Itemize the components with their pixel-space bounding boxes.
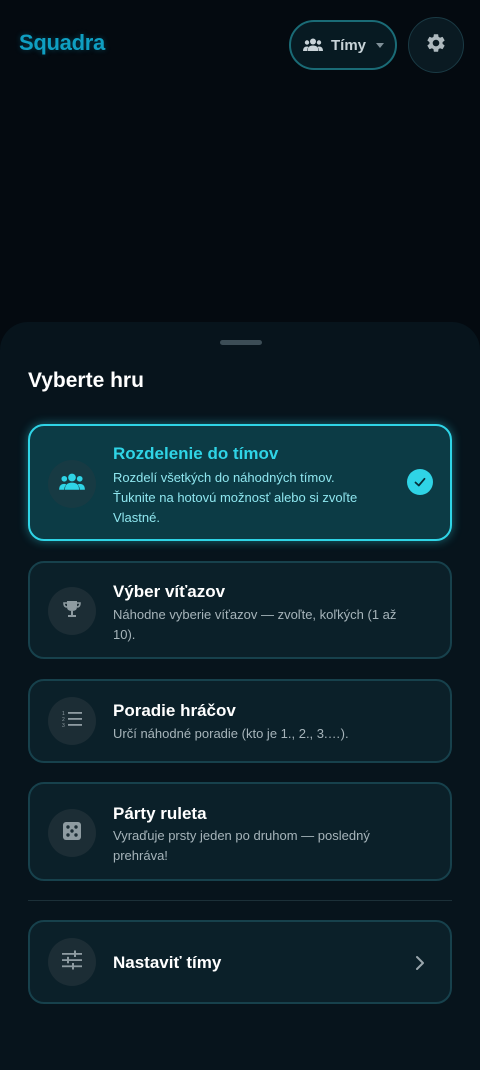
chevron-down-icon [376, 42, 385, 48]
game-icon-circle [48, 809, 96, 857]
game-description: Rozdelí všetkých do náhodných tímov. Ťuk… [113, 468, 357, 528]
game-description-line: Ťuknite na hotovú možnosť alebo si zvoľt… [113, 490, 358, 505]
game-icon-circle: 1 2 3 [48, 697, 96, 745]
game-option-party-roulette[interactable]: Párty ruleta Vyraďuje prsty jeden po dru… [28, 782, 452, 881]
game-description: Vyraďuje prsty jeden po druhom — posledn… [113, 826, 370, 866]
section-divider [28, 900, 452, 901]
game-description-line: 10). [113, 627, 136, 642]
game-option-player-order[interactable]: 1 2 3 Poradie hráčov Určí náhodné poradi… [28, 679, 452, 763]
numbered-list-icon: 1 2 3 [61, 709, 83, 734]
chevron-right-icon [414, 955, 426, 976]
team-mode-label: Tímy [331, 36, 367, 54]
groups-icon [59, 473, 85, 496]
tune-icon-circle [48, 938, 96, 986]
game-title: Rozdelenie do tímov [113, 444, 279, 463]
game-picker-sheet: Vyberte hru Rozdelenie do tímov Rozdelí … [0, 322, 480, 1070]
game-description-line: Rozdelí všetkých do náhodných tímov. [113, 470, 335, 485]
game-description-line: Vyraďuje prsty jeden po druhom — posledn… [113, 828, 370, 843]
game-description-line: Určí náhodné poradie (kto je 1., 2., 3.…… [113, 726, 349, 741]
sheet-drag-handle[interactable] [220, 340, 262, 345]
game-title: Výber víťazov [113, 582, 226, 601]
settings-button[interactable] [408, 17, 464, 73]
gear-icon [425, 32, 447, 59]
configure-teams-button[interactable]: Nastaviť tímy [28, 920, 452, 1004]
sheet-title: Vyberte hru [28, 369, 144, 392]
game-description: Určí náhodné poradie (kto je 1., 2., 3.…… [113, 724, 349, 744]
game-description-line: Vlastné. [113, 510, 160, 525]
svg-text:3: 3 [62, 723, 65, 729]
game-description-line: Náhodne vyberie víťazov — zvoľte, koľkýc… [113, 607, 397, 622]
selected-check-icon [407, 469, 433, 495]
game-description-line: prehráva! [113, 848, 168, 863]
app-logo: Squadra [19, 30, 105, 55]
dice-icon [62, 821, 82, 846]
tune-icon [61, 950, 83, 975]
game-option-team-split[interactable]: Rozdelenie do tímov Rozdelí všetkých do … [28, 424, 452, 541]
game-option-winner-pick[interactable]: Výber víťazov Náhodne vyberie víťazov — … [28, 561, 452, 659]
groups-icon [303, 37, 323, 53]
configure-teams-label: Nastaviť tímy [113, 953, 222, 972]
team-mode-dropdown[interactable]: Tímy [289, 20, 397, 70]
game-description: Náhodne vyberie víťazov — zvoľte, koľkýc… [113, 605, 396, 645]
trophy-icon [62, 599, 82, 624]
game-title: Poradie hráčov [113, 701, 236, 720]
game-title: Párty ruleta [113, 804, 207, 823]
top-bar: Squadra Tímy [0, 0, 480, 92]
game-icon-circle [48, 587, 96, 635]
game-icon-circle [48, 460, 96, 508]
